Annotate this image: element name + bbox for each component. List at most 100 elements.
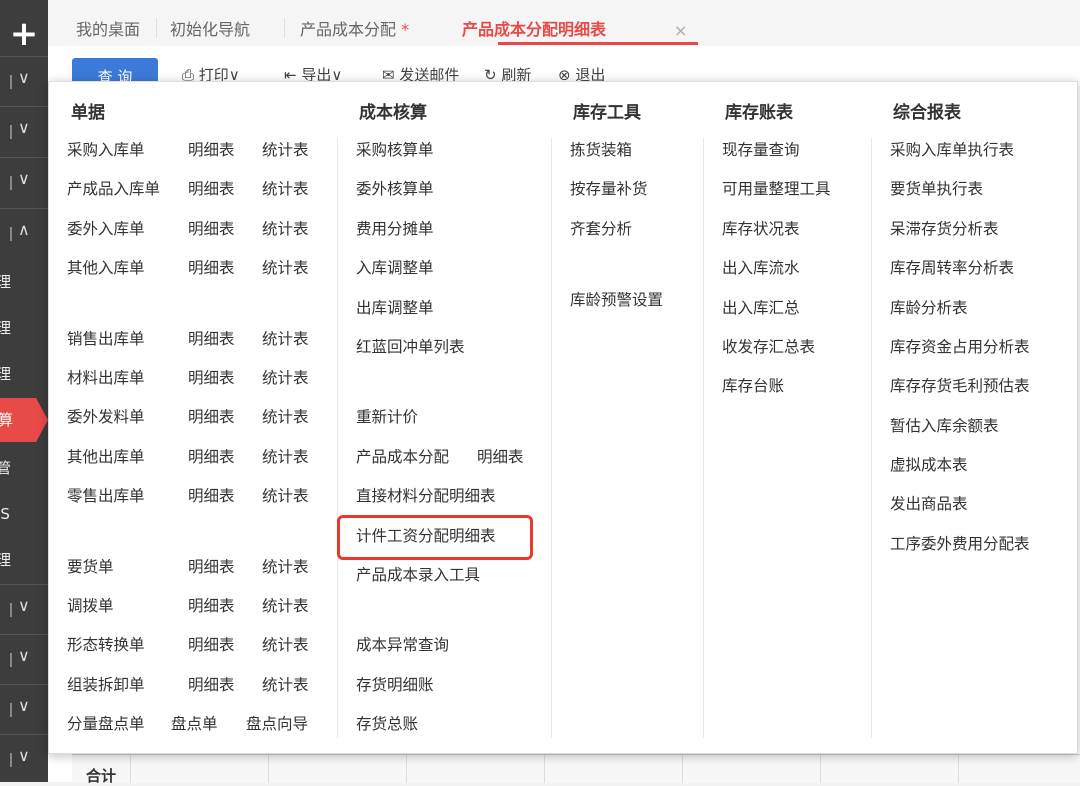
menu-item-cost[interactable]: 存货明细账 xyxy=(356,673,434,695)
sidebar-group-toggle[interactable]: ∧ xyxy=(0,208,48,259)
tab-cost-allocation-detail[interactable]: 产品成本分配明细表 xyxy=(462,0,606,46)
sidebar-item[interactable]: 理 xyxy=(0,306,48,350)
menu-item-cost[interactable]: 委外核算单 xyxy=(356,177,434,199)
menu-item-detail[interactable]: 明细表 xyxy=(188,366,235,388)
tab-cost-allocation[interactable]: 产品成本分配 * xyxy=(300,0,409,46)
menu-item-count-sheet[interactable]: 盘点单 xyxy=(171,712,218,734)
menu-item-detail[interactable]: 明细表 xyxy=(477,445,524,467)
sidebar-item[interactable]: 理 xyxy=(0,538,48,582)
menu-item-cost[interactable]: 重新计价 xyxy=(356,405,418,427)
menu-item-summary[interactable]: 统计表 xyxy=(262,405,309,427)
menu-item-summary[interactable]: 统计表 xyxy=(262,327,309,349)
menu-item-detail[interactable]: 明细表 xyxy=(188,217,235,239)
menu-item-detail[interactable]: 明细表 xyxy=(188,177,235,199)
menu-item-inventory-report[interactable]: 收发存汇总表 xyxy=(722,335,815,357)
menu-item-document[interactable]: 调拨单 xyxy=(67,594,114,616)
menu-item-summary[interactable]: 统计表 xyxy=(262,256,309,278)
sidebar-group-toggle[interactable]: ∨ xyxy=(0,584,48,635)
menu-item-document[interactable]: 组装拆卸单 xyxy=(67,673,145,695)
menu-item-comprehensive-report[interactable]: 库存周转率分析表 xyxy=(890,256,1014,278)
tab-desktop[interactable]: 我的桌面 xyxy=(76,0,140,46)
menu-item-summary[interactable]: 统计表 xyxy=(262,366,309,388)
menu-item-summary[interactable]: 统计表 xyxy=(262,445,309,467)
menu-item-inventory-tool[interactable]: 齐套分析 xyxy=(570,217,632,239)
menu-item-document[interactable]: 零售出库单 xyxy=(67,484,145,506)
menu-item-detail[interactable]: 明细表 xyxy=(188,138,235,160)
add-icon[interactable]: + xyxy=(0,8,48,60)
menu-item-cost[interactable]: 费用分摊单 xyxy=(356,217,434,239)
sidebar-group-toggle[interactable]: ∨ xyxy=(0,634,48,685)
sidebar-item[interactable]: 理 xyxy=(0,352,48,396)
menu-item-cost[interactable]: 成本异常查询 xyxy=(356,633,449,655)
menu-item-summary[interactable]: 统计表 xyxy=(262,594,309,616)
menu-item-inventory-tool[interactable]: 按存量补货 xyxy=(570,177,648,199)
menu-item-inventory-report[interactable]: 出入库流水 xyxy=(722,256,800,278)
menu-item-summary[interactable]: 统计表 xyxy=(262,177,309,199)
menu-item-summary[interactable]: 统计表 xyxy=(262,673,309,695)
sidebar-group-toggle[interactable]: ∨ xyxy=(0,734,48,785)
menu-item-document[interactable]: 材料出库单 xyxy=(67,366,145,388)
sidebar-item-active[interactable]: 算 xyxy=(0,398,48,442)
menu-item-comprehensive-report[interactable]: 库存存货毛利预估表 xyxy=(890,374,1030,396)
menu-item-cost[interactable]: 入库调整单 xyxy=(356,256,434,278)
menu-item-document[interactable]: 分量盘点单 xyxy=(67,712,145,734)
menu-item-detail[interactable]: 明细表 xyxy=(188,555,235,577)
menu-item-detail[interactable]: 明细表 xyxy=(188,673,235,695)
menu-item-detail[interactable]: 明细表 xyxy=(188,256,235,278)
menu-item-document[interactable]: 其他入库单 xyxy=(67,256,145,278)
menu-item-inventory-report[interactable]: 现存量查询 xyxy=(722,138,800,160)
sidebar-group-toggle[interactable]: ∨ xyxy=(0,684,48,735)
menu-item-document[interactable]: 要货单 xyxy=(67,555,114,577)
menu-item-summary[interactable]: 统计表 xyxy=(262,484,309,506)
menu-item-detail[interactable]: 明细表 xyxy=(188,327,235,349)
sidebar-item[interactable]: IS xyxy=(0,492,48,536)
menu-item-inventory-tool[interactable]: 库龄预警设置 xyxy=(570,288,663,310)
sidebar-item[interactable]: 理 xyxy=(0,260,48,304)
menu-item-cost[interactable]: 采购核算单 xyxy=(356,138,434,160)
menu-item-cost[interactable]: 产品成本分配 xyxy=(356,445,449,467)
menu-item-comprehensive-report[interactable]: 要货单执行表 xyxy=(890,177,983,199)
menu-item-comprehensive-report[interactable]: 发出商品表 xyxy=(890,492,968,514)
menu-item-detail[interactable]: 明细表 xyxy=(188,484,235,506)
sidebar-group-toggle[interactable]: ∨ xyxy=(0,56,48,107)
menu-item-document[interactable]: 委外发料单 xyxy=(67,405,145,427)
menu-item-cost[interactable]: 计件工资分配明细表 xyxy=(356,524,496,546)
menu-item-detail[interactable]: 明细表 xyxy=(188,633,235,655)
menu-item-detail[interactable]: 明细表 xyxy=(188,594,235,616)
menu-item-document[interactable]: 形态转换单 xyxy=(67,633,145,655)
menu-item-comprehensive-report[interactable]: 工序委外费用分配表 xyxy=(890,532,1030,554)
menu-item-comprehensive-report[interactable]: 库龄分析表 xyxy=(890,296,968,318)
menu-item-summary[interactable]: 统计表 xyxy=(262,138,309,160)
menu-item-cost[interactable]: 直接材料分配明细表 xyxy=(356,484,496,506)
menu-item-summary[interactable]: 统计表 xyxy=(262,633,309,655)
tab-init-guide[interactable]: 初始化导航 xyxy=(170,0,250,46)
menu-item-cost[interactable]: 存货总账 xyxy=(356,712,418,734)
menu-item-document[interactable]: 销售出库单 xyxy=(67,327,145,349)
menu-item-document[interactable]: 产成品入库单 xyxy=(67,177,160,199)
menu-item-cost[interactable]: 出库调整单 xyxy=(356,296,434,318)
menu-item-inventory-tool[interactable]: 拣货装箱 xyxy=(570,138,632,160)
menu-item-summary[interactable]: 统计表 xyxy=(262,217,309,239)
sidebar-group-toggle[interactable]: ∨ xyxy=(0,106,48,157)
menu-item-comprehensive-report[interactable]: 呆滞存货分析表 xyxy=(890,217,999,239)
menu-item-summary[interactable]: 统计表 xyxy=(262,555,309,577)
menu-item-comprehensive-report[interactable]: 库存资金占用分析表 xyxy=(890,335,1030,357)
menu-item-comprehensive-report[interactable]: 采购入库单执行表 xyxy=(890,138,1014,160)
chevron-down-icon: ∨ xyxy=(18,646,30,665)
menu-item-document[interactable]: 委外入库单 xyxy=(67,217,145,239)
menu-item-document[interactable]: 其他出库单 xyxy=(67,445,145,467)
sidebar-item[interactable]: 管 xyxy=(0,446,48,490)
menu-item-comprehensive-report[interactable]: 虚拟成本表 xyxy=(890,453,968,475)
menu-item-document[interactable]: 采购入库单 xyxy=(67,138,145,160)
menu-item-cost[interactable]: 红蓝回冲单列表 xyxy=(356,335,465,357)
menu-item-inventory-report[interactable]: 库存台账 xyxy=(722,374,784,396)
menu-item-count-wizard[interactable]: 盘点向导 xyxy=(246,712,308,734)
menu-item-detail[interactable]: 明细表 xyxy=(188,445,235,467)
menu-item-inventory-report[interactable]: 库存状况表 xyxy=(722,217,800,239)
sidebar-group-toggle[interactable]: ∨ xyxy=(0,157,48,208)
menu-item-comprehensive-report[interactable]: 暂估入库余额表 xyxy=(890,414,999,436)
menu-item-detail[interactable]: 明细表 xyxy=(188,405,235,427)
menu-item-inventory-report[interactable]: 可用量整理工具 xyxy=(722,177,831,199)
menu-item-inventory-report[interactable]: 出入库汇总 xyxy=(722,296,800,318)
menu-item-cost[interactable]: 产品成本录入工具 xyxy=(356,563,480,585)
